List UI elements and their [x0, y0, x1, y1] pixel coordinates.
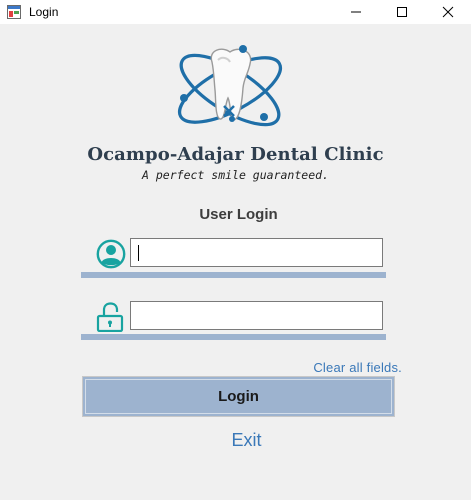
app-window-icon	[7, 5, 21, 19]
tagline: A perfect smile guaranteed.	[142, 168, 329, 182]
window-title: Login	[29, 5, 59, 19]
username-field[interactable]	[130, 238, 383, 267]
user-login-heading: User Login	[199, 206, 278, 223]
username-input[interactable]	[131, 239, 382, 266]
password-underline	[81, 334, 386, 340]
exit-link[interactable]: Exit	[0, 430, 471, 451]
text-caret	[138, 245, 139, 261]
minimize-icon	[351, 11, 361, 13]
close-button[interactable]	[425, 0, 471, 24]
maximize-icon	[397, 7, 407, 17]
title-bar: Login	[0, 0, 471, 24]
password-input[interactable]	[131, 302, 382, 329]
minimize-button[interactable]	[333, 0, 379, 24]
close-icon	[442, 6, 454, 18]
password-field[interactable]	[130, 301, 383, 330]
login-button[interactable]: Login	[82, 376, 395, 417]
clinic-name: Ocampo-Adajar Dental Clinic	[87, 144, 384, 165]
clear-all-fields-link[interactable]: Clear all fields.	[313, 360, 402, 375]
unlock-icon	[96, 302, 124, 332]
username-underline	[81, 272, 386, 278]
user-icon	[96, 239, 126, 269]
maximize-button[interactable]	[379, 0, 425, 24]
tooth-atom-logo	[177, 45, 283, 127]
